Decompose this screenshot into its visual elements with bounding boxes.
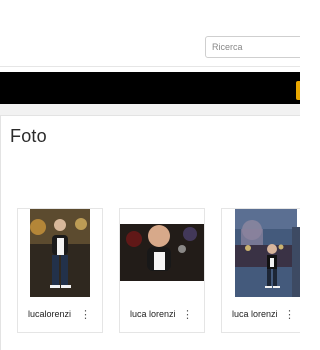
search-box[interactable] bbox=[205, 36, 300, 58]
top-bar bbox=[0, 0, 300, 67]
photo-card[interactable]: lucalorenzi ⋮ bbox=[17, 208, 103, 333]
photo-author[interactable]: luca lorenzi bbox=[232, 309, 278, 319]
photo-image bbox=[18, 209, 102, 297]
photo-thumbnail[interactable] bbox=[222, 209, 300, 297]
photo-thumbnail[interactable] bbox=[18, 209, 102, 297]
search-input[interactable] bbox=[206, 37, 300, 57]
photo-card[interactable]: luca lorenzi ⋮ bbox=[119, 208, 205, 333]
photo-thumbnail[interactable] bbox=[120, 209, 204, 297]
navigation-bar bbox=[0, 72, 300, 104]
section-title: Foto bbox=[10, 126, 47, 146]
more-options-icon[interactable]: ⋮ bbox=[182, 309, 193, 321]
accent-tab[interactable] bbox=[296, 81, 300, 100]
more-options-icon[interactable]: ⋮ bbox=[80, 309, 91, 321]
panel-gap bbox=[0, 104, 300, 115]
photo-author[interactable]: lucalorenzi bbox=[28, 309, 71, 319]
page: Foto lucalorenzi ⋮ bbox=[0, 0, 300, 350]
photo-image bbox=[222, 209, 300, 297]
photo-card[interactable]: luca lorenzi ⋮ bbox=[221, 208, 300, 333]
photo-image bbox=[120, 209, 204, 297]
photo-author[interactable]: luca lorenzi bbox=[130, 309, 176, 319]
more-options-icon[interactable]: ⋮ bbox=[284, 309, 295, 321]
